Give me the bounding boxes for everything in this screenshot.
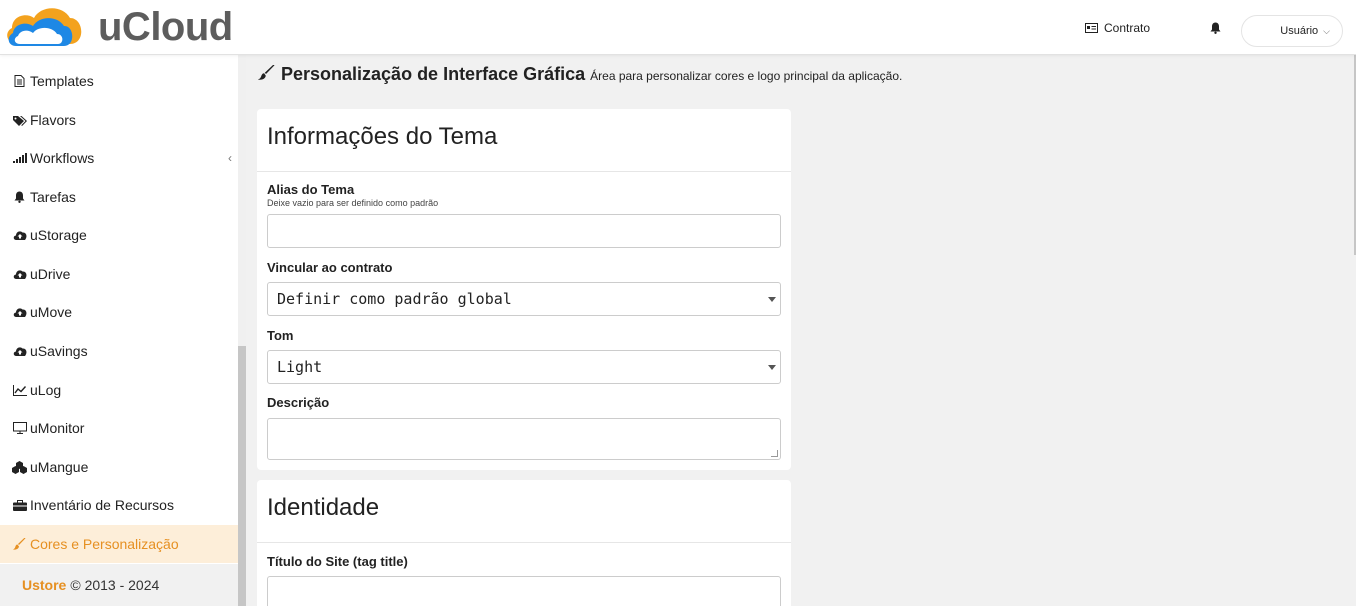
page-subtitle: Área para personalizar cores e logo prin… (590, 69, 903, 83)
chevron-left-icon: ‹ (228, 151, 232, 165)
sidebar-item-label: Flavors (30, 112, 76, 128)
card-title: Informações do Tema (267, 123, 498, 150)
alias-input[interactable] (267, 214, 781, 248)
sidebar-footer: Ustore © 2013 - 2024 (0, 564, 238, 606)
sidebar-item-label: Inventário de Recursos (30, 497, 174, 513)
cloud-upload-icon (12, 307, 27, 317)
sidebar-item-umove[interactable]: uMove (0, 293, 238, 331)
alias-hint: Deixe vazio para ser definido como padrã… (267, 198, 439, 208)
sidebar-item-umonitor[interactable]: uMonitor (0, 409, 238, 447)
notifications-button[interactable] (1210, 0, 1221, 55)
top-bar: uCloud Contrato Usuário ⌵ (0, 0, 1356, 55)
contract-select[interactable]: Definir como padrão global (267, 282, 781, 316)
sidebar-item-usavings[interactable]: uSavings (0, 332, 238, 370)
logo[interactable]: uCloud (4, 4, 233, 50)
bell-icon (1210, 22, 1221, 34)
contract-select-value: Definir como padrão global (277, 290, 512, 308)
paint-brush-icon (12, 538, 27, 550)
cloud-upload-icon (12, 230, 27, 240)
site-title-input[interactable] (267, 576, 781, 606)
contract-label: Contrato (1104, 20, 1151, 35)
sidebar-item-ulog[interactable]: uLog (0, 371, 238, 409)
cloud-upload-icon (12, 269, 27, 279)
description-textarea[interactable] (267, 418, 781, 460)
sidebar-item-cores-personalizacao[interactable]: Cores e Personalização (0, 525, 238, 563)
cubes-icon (12, 460, 27, 474)
card-title: Identidade (267, 494, 380, 521)
paint-brush-icon (258, 64, 275, 85)
sidebar-scrollbar-thumb[interactable] (238, 346, 246, 606)
sidebar-item-label: Templates (30, 73, 94, 89)
brand-name: uCloud (98, 4, 233, 49)
user-menu[interactable]: Usuário ⌵ (1241, 15, 1343, 47)
page-header: Personalização de Interface Gráfica Área… (258, 64, 902, 92)
page-title: Personalização de Interface Gráfica (281, 64, 586, 84)
sidebar-item-label: uStorage (30, 227, 87, 243)
identity-card: Identidade Título do Site (tag title) (257, 480, 791, 606)
cloud-upload-icon (12, 346, 27, 356)
description-label: Descrição (267, 395, 330, 410)
sidebar: Templates Flavors Workflows ‹ Tarefas uS… (0, 55, 238, 606)
sidebar-item-label: uDrive (30, 266, 71, 282)
user-label: Usuário (1280, 25, 1319, 37)
contract-button[interactable]: Contrato (1085, 0, 1150, 55)
sidebar-item-inventario[interactable]: Inventário de Recursos (0, 486, 238, 524)
divider (257, 171, 791, 172)
footer-copyright: © 2013 - 2024 (70, 577, 160, 593)
theme-info-card: Informações do Tema Alias do Tema Deixe … (257, 109, 791, 470)
caret-down-icon (768, 365, 776, 370)
sidebar-item-tarefas[interactable]: Tarefas (0, 178, 238, 216)
briefcase-icon (12, 499, 27, 511)
sidebar-item-udrive[interactable]: uDrive (0, 255, 238, 293)
resize-handle-icon[interactable] (771, 450, 778, 457)
site-title-label: Título do Site (tag title) (267, 554, 408, 569)
signal-icon (12, 153, 27, 163)
line-chart-icon (12, 384, 27, 396)
sidebar-item-label: uLog (30, 382, 62, 398)
sidebar-item-label: uSavings (30, 343, 88, 359)
sidebar-item-label: uMonitor (30, 420, 85, 436)
sidebar-item-label: uMangue (30, 459, 89, 475)
id-card-icon (1085, 22, 1098, 33)
sidebar-item-flavors[interactable]: Flavors (0, 101, 238, 139)
monitor-icon (12, 422, 27, 434)
bell-icon (12, 191, 27, 203)
tags-icon (12, 115, 27, 126)
divider (257, 542, 791, 543)
tone-select[interactable]: Light (267, 350, 781, 384)
tone-label: Tom (267, 328, 294, 343)
sidebar-item-workflows[interactable]: Workflows ‹ (0, 139, 238, 177)
contract-select-label: Vincular ao contrato (267, 260, 393, 275)
sidebar-item-templates[interactable]: Templates (0, 62, 238, 100)
caret-down-icon (768, 297, 776, 302)
chevron-down-icon: ⌵ (1323, 25, 1330, 36)
file-icon (12, 75, 27, 87)
sidebar-item-label: Workflows (30, 150, 95, 166)
tone-select-value: Light (277, 358, 323, 376)
cloud-logo-icon (7, 8, 82, 46)
footer-brand-link[interactable]: Ustore (22, 577, 66, 593)
sidebar-item-ustorage[interactable]: uStorage (0, 216, 238, 254)
sidebar-item-umangue[interactable]: uMangue (0, 448, 238, 486)
sidebar-item-label: Cores e Personalização (30, 536, 179, 552)
sidebar-item-label: uMove (30, 304, 73, 320)
alias-label: Alias do Tema (267, 182, 355, 197)
sidebar-item-label: Tarefas (30, 189, 76, 205)
